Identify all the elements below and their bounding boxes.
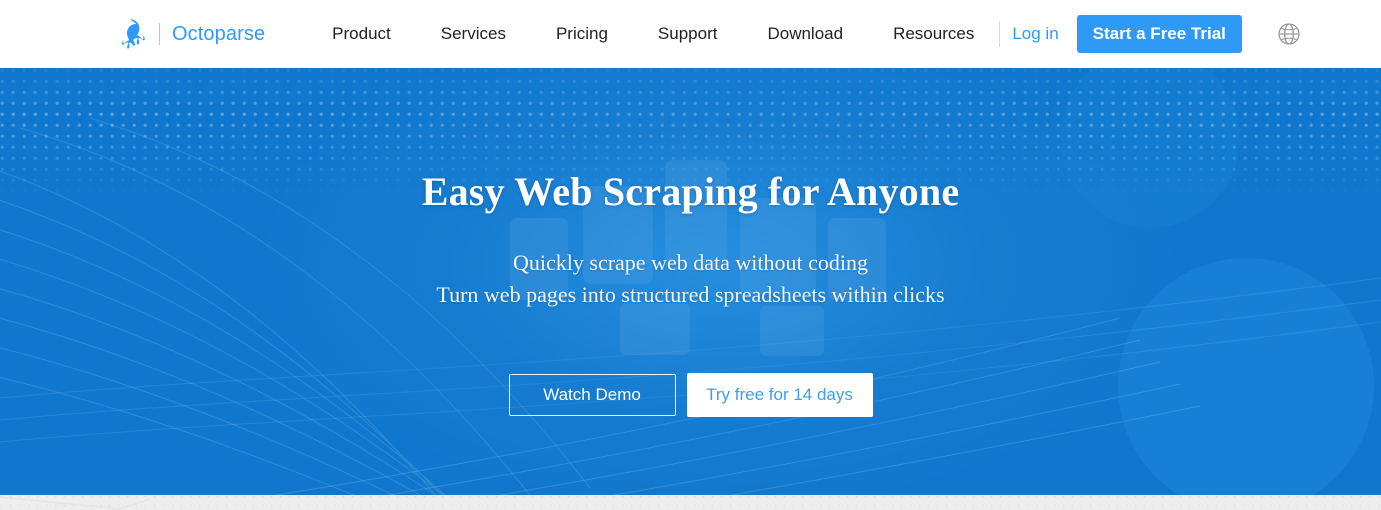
hero-subtitle-line-2: Turn web pages into structured spreadshe… bbox=[436, 282, 945, 307]
octopus-logo-icon bbox=[122, 19, 145, 49]
nav-item-services[interactable]: Services bbox=[416, 0, 531, 68]
brand-logo-group[interactable]: Octoparse bbox=[115, 0, 265, 68]
nav-item-product[interactable]: Product bbox=[307, 0, 416, 68]
globe-icon bbox=[1278, 23, 1300, 45]
brand-name: Octoparse bbox=[172, 22, 266, 45]
nav-separator bbox=[999, 21, 1001, 47]
nav-item-resources[interactable]: Resources bbox=[868, 0, 999, 68]
nav-links: Product Services Pricing Support Downloa… bbox=[307, 0, 999, 68]
login-link[interactable]: Log in bbox=[1012, 24, 1058, 44]
hero-content: Easy Web Scraping for Anyone Quickly scr… bbox=[0, 68, 1381, 495]
page-bottom-section bbox=[0, 495, 1381, 510]
bottom-dot-pattern bbox=[0, 495, 1381, 510]
start-free-trial-button[interactable]: Start a Free Trial bbox=[1076, 15, 1242, 53]
hero-title: Easy Web Scraping for Anyone bbox=[421, 169, 960, 214]
nav-item-support[interactable]: Support bbox=[633, 0, 743, 68]
watch-demo-button[interactable]: Watch Demo bbox=[508, 374, 676, 416]
hero-banner: Easy Web Scraping for Anyone Quickly scr… bbox=[0, 68, 1381, 495]
brand-divider bbox=[159, 23, 160, 45]
hero-button-group: Watch Demo Try free for 14 days bbox=[0, 373, 1381, 417]
nav-item-pricing[interactable]: Pricing bbox=[531, 0, 633, 68]
try-free-button[interactable]: Try free for 14 days bbox=[686, 373, 873, 417]
top-navigation-bar: Octoparse Product Services Pricing Suppo… bbox=[0, 0, 1381, 68]
language-selector[interactable] bbox=[1276, 21, 1302, 47]
hero-subtitle-line-1: Quickly scrape web data without coding bbox=[513, 250, 868, 275]
nav-right-group: Log in Start a Free Trial bbox=[999, 15, 1302, 53]
page-root: Octoparse Product Services Pricing Suppo… bbox=[0, 0, 1381, 510]
nav-item-download[interactable]: Download bbox=[742, 0, 868, 68]
